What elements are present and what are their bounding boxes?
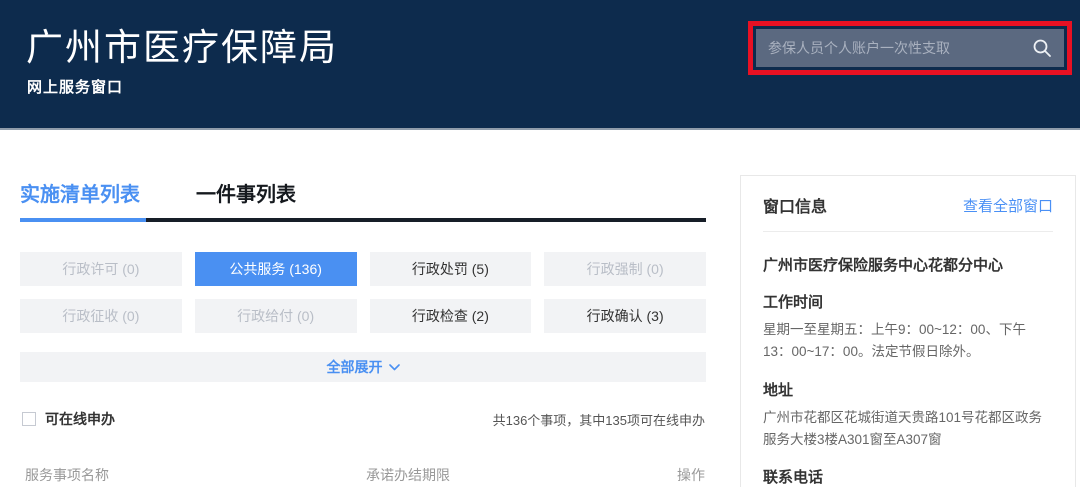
online-apply-label: 可在线申办: [45, 409, 115, 429]
card-divider: [763, 231, 1053, 232]
items-count-summary: 共136个事项，其中135项可在线申办: [493, 410, 705, 429]
column-deadline: 承诺办结期限: [366, 465, 677, 485]
window-info-panel: 窗口信息 查看全部窗口 广州市医疗保险服务中心花都分中心 工作时间 星期一至星期…: [740, 175, 1076, 487]
search-box[interactable]: [756, 29, 1064, 67]
window-info-title: 窗口信息: [763, 193, 827, 217]
address-label: 地址: [763, 379, 1053, 400]
filter-xingzheng-queren[interactable]: 行政确认 (3): [544, 299, 706, 333]
active-tab-indicator: [20, 218, 146, 222]
window-info-header: 窗口信息 查看全部窗口: [763, 193, 1053, 217]
column-service-name: 服务事项名称: [25, 465, 366, 485]
online-apply-checkbox-wrap[interactable]: 可在线申办: [20, 409, 115, 429]
column-action: 操作: [677, 465, 706, 485]
filter-xingzheng-chufa[interactable]: 行政处罚 (5): [370, 252, 532, 286]
page-header: 广州市医疗保障局 网上服务窗口: [0, 0, 1080, 130]
expand-all-button[interactable]: 全部展开: [20, 352, 706, 382]
filter-gonggong-fuwu[interactable]: 公共服务 (136): [195, 252, 357, 286]
tab-underline: [20, 218, 706, 222]
search-input[interactable]: [768, 40, 1024, 56]
table-header-row: 服务事项名称 承诺办结期限 操作: [20, 465, 706, 485]
main-content: 实施清单列表 一件事列表 行政许可 (0) 公共服务 (136) 行政处罚 (5…: [0, 130, 1080, 487]
service-list-panel: 实施清单列表 一件事列表 行政许可 (0) 公共服务 (136) 行政处罚 (5…: [20, 178, 706, 487]
filter-xingzheng-qiangzhi[interactable]: 行政强制 (0): [544, 252, 706, 286]
service-center-name: 广州市医疗保险服务中心花都分中心: [763, 254, 1053, 275]
online-apply-checkbox[interactable]: [22, 412, 36, 426]
filter-xingzheng-xuke[interactable]: 行政许可 (0): [20, 252, 182, 286]
view-all-windows-link[interactable]: 查看全部窗口: [963, 195, 1053, 216]
work-time-label: 工作时间: [763, 291, 1053, 312]
tab-underline-rest: [146, 218, 706, 222]
filter-xingzheng-jiancha[interactable]: 行政检查 (2): [370, 299, 532, 333]
phone-label: 联系电话: [763, 466, 1053, 487]
expand-all-label: 全部展开: [327, 357, 383, 377]
address-text: 广州市花都区花城街道天贵路101号花都区政务服务大楼3楼A301窗至A307窗: [763, 407, 1053, 451]
chevron-down-icon: [389, 364, 400, 371]
site-title: 广州市医疗保障局: [26, 17, 338, 71]
tab-bar: 实施清单列表 一件事列表: [20, 178, 706, 218]
work-time-text: 星期一至星期五：上午9：00~12：00、下午13：00~17：00。法定节假日…: [763, 319, 1053, 363]
filter-xingzheng-jifu[interactable]: 行政给付 (0): [195, 299, 357, 333]
window-info-card: 窗口信息 查看全部窗口 广州市医疗保险服务中心花都分中心 工作时间 星期一至星期…: [740, 175, 1076, 487]
tab-implementation-list[interactable]: 实施清单列表: [20, 178, 140, 218]
online-filter-row: 可在线申办 共136个事项，其中135项可在线申办: [20, 409, 706, 429]
tab-one-thing-list[interactable]: 一件事列表: [196, 178, 296, 218]
filter-xingzheng-zhengshou[interactable]: 行政征收 (0): [20, 299, 182, 333]
search-icon[interactable]: [1032, 38, 1052, 58]
site-subtitle: 网上服务窗口: [27, 76, 123, 97]
annotation-highlight-box: [748, 21, 1072, 75]
category-filter-grid: 行政许可 (0) 公共服务 (136) 行政处罚 (5) 行政强制 (0) 行政…: [20, 252, 706, 333]
